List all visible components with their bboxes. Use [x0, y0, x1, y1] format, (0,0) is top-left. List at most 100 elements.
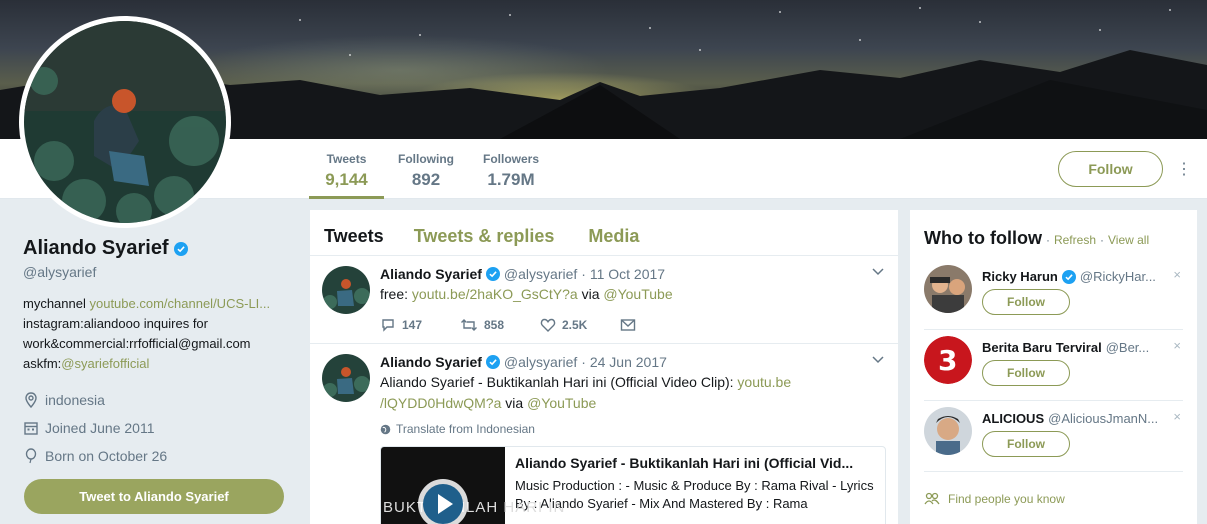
profile-handle: @alysyarief	[23, 264, 97, 280]
reply-action[interactable]: 147	[380, 317, 460, 333]
tweet-date[interactable]: · 11 Oct 2017	[581, 266, 665, 282]
born-row: Born on October 26	[23, 442, 293, 470]
nav-tweets-label: Tweets	[326, 152, 367, 166]
separator: ·	[1045, 233, 1050, 247]
find-people-link[interactable]: Find people you know	[924, 492, 1065, 506]
view-all-link[interactable]: View all	[1108, 233, 1149, 247]
chevron-down-icon[interactable]	[872, 268, 884, 276]
tweet-text-part: via	[577, 286, 604, 302]
suggestion-handle[interactable]: @AliciousJmanN...	[1048, 411, 1158, 426]
verified-badge-icon	[485, 355, 500, 369]
card-description: Music Production : - Music & Produce By …	[515, 478, 874, 511]
tweet-text: Aliando Syarief - Buktikanlah Hari ini (…	[380, 372, 886, 414]
suggestion-avatar[interactable]: 3	[924, 336, 972, 384]
joined-text: Joined June 2011	[45, 420, 155, 436]
tweet-avatar[interactable]	[322, 354, 370, 402]
tweet-header: Aliando Syarief @alysyarief · 24 Jun 201…	[380, 354, 886, 370]
card-thumbnail: BUKTIKANLAH HARI IN	[381, 447, 564, 524]
suggestion-name[interactable]: ALICIOUS	[982, 411, 1044, 426]
bio-text: askfm:	[23, 356, 62, 371]
play-icon[interactable]	[416, 477, 470, 524]
more-options-icon[interactable]: ⋮	[1176, 160, 1192, 180]
suggestion-handle[interactable]: @Ber...	[1106, 340, 1150, 355]
suggestion-follow-button[interactable]: Follow	[982, 431, 1070, 457]
nav-tweets-stat[interactable]: Tweets 9,144	[309, 139, 384, 199]
dismiss-icon[interactable]: ×	[1173, 409, 1181, 424]
chevron-down-icon[interactable]	[872, 356, 884, 364]
like-action[interactable]: 2.5K	[540, 317, 620, 333]
timeline-tabs: Tweets Tweets & replies Media	[310, 210, 898, 256]
bio-askfm-link[interactable]: @syariefofficial	[61, 356, 149, 371]
tweet-mention-link[interactable]: @YouTube	[527, 395, 596, 411]
card-title: Aliando Syarief - Buktikanlah Hari ini (…	[515, 455, 854, 471]
retweet-count: 858	[484, 318, 505, 332]
retweet-icon	[461, 319, 477, 331]
nav-following-count: 892	[411, 170, 441, 189]
profile-photo	[24, 21, 226, 223]
profile-name-row: Aliando Syarief	[23, 237, 293, 260]
tab-tweets[interactable]: Tweets	[310, 210, 398, 255]
profile-avatar[interactable]	[19, 16, 231, 228]
tweet-author-handle[interactable]: @alysyarief	[504, 266, 577, 282]
tweet-text: free: youtu.be/2haKO_GsCtY?a via @YouTub…	[380, 284, 886, 305]
verified-badge-icon	[485, 267, 500, 281]
tweet-author-name[interactable]: Aliando Syarief	[380, 354, 482, 370]
follow-button[interactable]: Follow	[1058, 151, 1163, 187]
timeline: Tweets Tweets & replies Media Aliando Sy…	[310, 210, 898, 524]
tweet-actions: 147 858 2.5K	[380, 317, 886, 333]
tweet-avatar[interactable]	[322, 266, 370, 314]
suggestion-name-row: ALICIOUS @AliciousJmanN...	[982, 411, 1167, 426]
tweet-header: Aliando Syarief @alysyarief · 11 Oct 201…	[380, 266, 886, 282]
suggestion-name[interactable]: Berita Baru Terviral	[982, 340, 1102, 355]
translate-link[interactable]: Translate from Indonesian	[380, 422, 886, 436]
tweet-author-handle[interactable]: @alysyarief	[504, 354, 577, 370]
suggestion-name[interactable]: Ricky Harun	[982, 269, 1058, 284]
translate-text: Translate from Indonesian	[396, 422, 535, 436]
tab-tweets-replies[interactable]: Tweets & replies	[398, 210, 569, 255]
tweet-author-name[interactable]: Aliando Syarief	[380, 266, 482, 282]
globe-icon	[380, 424, 391, 434]
tweet-link[interactable]: youtu.be/2haKO_GsCtY?a	[412, 286, 578, 302]
verified-badge-icon	[1061, 269, 1076, 284]
envelope-icon	[620, 319, 636, 331]
tweet-mention-link[interactable]: @YouTube	[603, 286, 672, 302]
suggestion-name-row: Berita Baru Terviral @Ber...	[982, 340, 1167, 355]
nav-followers-label: Followers	[482, 152, 539, 166]
link-card[interactable]: BUKTIKANLAH HARI IN Aliando Syarief - Bu…	[380, 446, 886, 524]
profile-bio: mychannel youtube.com/channel/UCS-LI... …	[23, 294, 293, 374]
tweet-item[interactable]: Aliando Syarief @alysyarief · 11 Oct 201…	[310, 256, 898, 344]
joined-row: Joined June 2011	[23, 414, 293, 442]
tweet-date[interactable]: · 24 Jun 2017	[581, 354, 667, 370]
suggestion-avatar[interactable]	[924, 265, 972, 313]
profile-name: Aliando Syarief	[23, 237, 169, 259]
tweet-to-button[interactable]: Tweet to Aliando Syarief	[24, 479, 284, 514]
suggestion-name-row: Ricky Harun @RickyHar...	[982, 269, 1167, 284]
nav-followers-stat[interactable]: Followers 1.79M	[478, 139, 544, 199]
tweet-text-part: Aliando Syarief - Buktikanlah Hari ini (…	[380, 374, 738, 390]
message-action[interactable]	[620, 317, 700, 333]
verified-badge-icon	[173, 241, 188, 256]
dismiss-icon[interactable]: ×	[1173, 338, 1181, 353]
suggestion-follow-button[interactable]: Follow	[982, 289, 1070, 315]
tweet-link[interactable]: youtu.be	[737, 374, 791, 390]
profile-meta: indonesia Joined June 2011 Born on Octob…	[23, 386, 293, 470]
tab-media[interactable]: Media	[568, 210, 653, 255]
suggestion-follow-button[interactable]: Follow	[982, 360, 1070, 386]
nav-following-stat[interactable]: Following 892	[392, 139, 460, 199]
dismiss-icon[interactable]: ×	[1173, 267, 1181, 282]
heart-icon	[540, 318, 556, 332]
retweet-action[interactable]: 858	[460, 317, 540, 333]
find-people-text: Find people you know	[948, 492, 1065, 506]
suggestion-avatar[interactable]	[924, 407, 972, 455]
suggestion-handle[interactable]: @RickyHar...	[1080, 269, 1156, 284]
tweet-item[interactable]: Aliando Syarief @alysyarief · 24 Jun 201…	[310, 344, 898, 524]
nav-followers-count: 1.79M	[487, 170, 535, 189]
tweet-link[interactable]: /lQYDD0HdwQM?a	[380, 395, 501, 411]
who-to-follow-panel: Who to follow · Refresh · View all Ricky…	[910, 210, 1197, 524]
refresh-link[interactable]: Refresh	[1054, 233, 1096, 247]
suggestion-item: 3 Berita Baru Terviral @Ber... Follow ×	[924, 330, 1183, 401]
location-pin-icon	[25, 392, 37, 408]
suggestion-item: ALICIOUS @AliciousJmanN... Follow ×	[924, 401, 1183, 472]
bio-youtube-link[interactable]: youtube.com/channel/UCS-LI...	[89, 296, 270, 311]
svg-text:3: 3	[938, 344, 957, 377]
